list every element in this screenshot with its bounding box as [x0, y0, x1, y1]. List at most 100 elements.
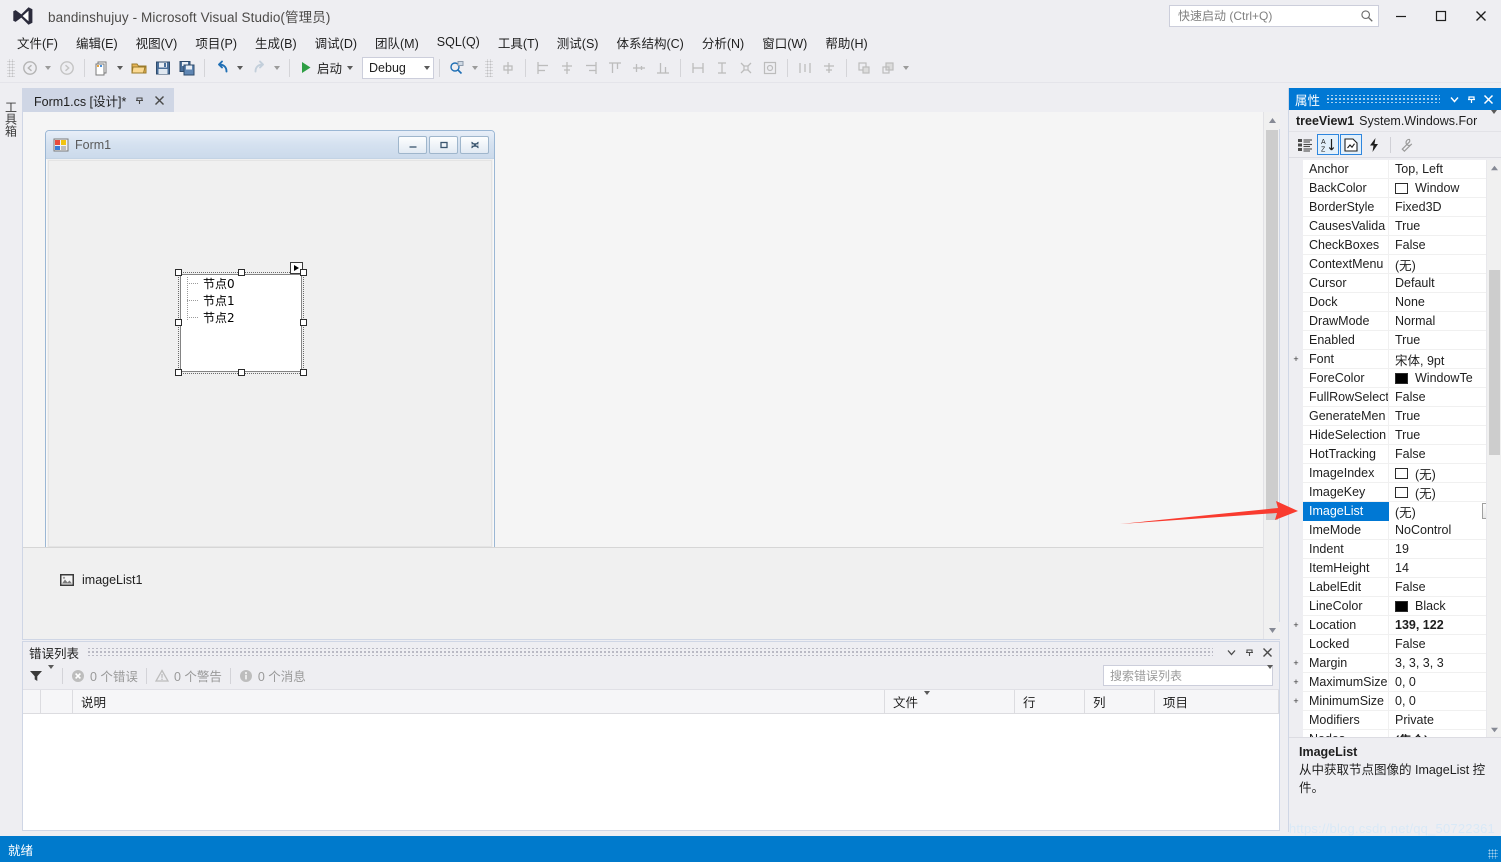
property-value[interactable]: (无) — [1389, 483, 1501, 502]
property-value[interactable]: Top, Left — [1389, 160, 1501, 179]
property-value[interactable]: (集合) — [1389, 730, 1501, 738]
chevron-down-icon[interactable] — [1446, 90, 1463, 108]
menu-item-tools[interactable]: 工具(T) — [489, 31, 548, 54]
layout-toolbar-overflow-icon[interactable] — [900, 57, 911, 79]
menu-item-edit[interactable]: 编辑(E) — [67, 31, 127, 54]
menu-item-file[interactable]: 文件(F) — [8, 31, 67, 54]
alphabetical-sort-icon[interactable]: A Z — [1317, 134, 1339, 155]
property-value[interactable]: 宋体, 9pt — [1389, 350, 1501, 369]
property-value[interactable]: 3, 3, 3, 3 — [1389, 654, 1501, 673]
property-row-hideselection[interactable]: HideSelection True — [1289, 425, 1501, 445]
property-value[interactable]: True — [1389, 426, 1501, 445]
menu-item-sql[interactable]: SQL(Q) — [428, 33, 489, 51]
property-value[interactable]: False — [1389, 388, 1501, 407]
scrollbar-thumb[interactable] — [1266, 130, 1278, 520]
property-row-anchor[interactable]: Anchor Top, Left — [1289, 160, 1501, 179]
property-row-itemheight[interactable]: ItemHeight 14 — [1289, 558, 1501, 578]
close-button[interactable] — [1461, 0, 1501, 31]
panel-drag-dots[interactable] — [87, 648, 1213, 656]
designer-canvas[interactable]: Form1 节点0 节点1 节点2 imageList1 — [23, 112, 1263, 639]
property-row-locked[interactable]: Locked False — [1289, 634, 1501, 654]
property-row-drawmode[interactable]: DrawMode Normal — [1289, 311, 1501, 331]
resize-grip[interactable] — [1488, 849, 1498, 859]
events-icon[interactable] — [1363, 134, 1385, 155]
horizontal-spacing-icon[interactable] — [794, 57, 816, 79]
property-row-modifiers[interactable]: Modifiers Private — [1289, 710, 1501, 730]
properties-object-selector[interactable]: treeView1 System.Windows.For — [1289, 109, 1501, 132]
find-in-files-icon[interactable] — [446, 57, 468, 79]
treeview-node[interactable]: 节点1 — [181, 292, 301, 309]
designer-vertical-scrollbar[interactable] — [1263, 112, 1280, 639]
start-dropdown-icon[interactable] — [347, 65, 354, 70]
property-row-checkboxes[interactable]: CheckBoxes False — [1289, 235, 1501, 255]
search-options-dropdown-icon[interactable] — [1267, 664, 1273, 683]
property-row-imagekey[interactable]: ImageKey (无) — [1289, 482, 1501, 502]
property-value[interactable]: False — [1389, 635, 1501, 654]
column-header-description[interactable]: 说明 — [73, 689, 885, 714]
align-middles-icon[interactable] — [628, 57, 650, 79]
redo-dropdown[interactable] — [271, 57, 282, 79]
toolbox-tab[interactable]: 工具箱 — [0, 88, 22, 150]
treeview-node[interactable]: 节点2 — [181, 309, 301, 326]
property-row-location[interactable]: + Location 139, 122 — [1289, 615, 1501, 635]
property-value[interactable]: 0, 0 — [1389, 673, 1501, 692]
properties-icon[interactable] — [1340, 134, 1362, 155]
design-form-window[interactable]: Form1 节点0 节点1 节点2 — [45, 130, 495, 550]
pin-icon[interactable] — [1241, 644, 1257, 660]
property-value[interactable]: (无) — [1389, 255, 1501, 274]
column-header-file[interactable]: 文件 — [885, 689, 1015, 714]
property-value[interactable]: Black — [1389, 597, 1501, 616]
column-header-selector[interactable] — [23, 689, 41, 714]
properties-grid[interactable]: Anchor Top, Left BackColor Window Border… — [1289, 160, 1501, 737]
property-value[interactable]: False — [1389, 578, 1501, 597]
close-icon[interactable] — [1480, 90, 1497, 108]
align-bottoms-icon[interactable] — [652, 57, 674, 79]
navigate-forward-icon[interactable] — [56, 57, 78, 79]
expand-toggle[interactable]: + — [1289, 615, 1303, 635]
property-row-generatemember[interactable]: GenerateMen True — [1289, 406, 1501, 426]
pin-icon[interactable] — [1463, 90, 1480, 108]
align-tops-icon[interactable] — [604, 57, 626, 79]
expand-toggle[interactable]: + — [1289, 349, 1303, 369]
minimize-button[interactable] — [1381, 0, 1421, 31]
property-row-imemode[interactable]: ImeMode NoControl — [1289, 520, 1501, 540]
property-row-indent[interactable]: Indent 19 — [1289, 539, 1501, 559]
property-row-contextmenustrip[interactable]: ContextMenu (无) — [1289, 254, 1501, 274]
expand-toggle[interactable]: + — [1289, 653, 1303, 673]
toolbar-overflow-icon[interactable] — [469, 57, 480, 79]
property-value[interactable]: True — [1389, 407, 1501, 426]
property-row-labeledit[interactable]: LabelEdit False — [1289, 577, 1501, 597]
pin-icon[interactable] — [132, 94, 146, 108]
size-to-grid-icon[interactable] — [735, 57, 757, 79]
form-minimize-button[interactable] — [398, 135, 427, 154]
tray-item-imagelist1[interactable]: imageList1 — [59, 572, 142, 588]
property-value[interactable]: 14 — [1389, 559, 1501, 578]
warning-count-toggle[interactable]: 0 个警告 — [154, 666, 222, 685]
property-value[interactable]: 0, 0 — [1389, 692, 1501, 711]
resize-handle-ne[interactable] — [300, 269, 307, 276]
property-value[interactable]: 139, 122 — [1389, 616, 1501, 635]
property-row-nodes[interactable]: Nodes (集合) — [1289, 729, 1501, 738]
align-lefts-icon[interactable] — [532, 57, 554, 79]
menu-item-view[interactable]: 视图(V) — [127, 31, 187, 54]
menu-item-team[interactable]: 团队(M) — [366, 31, 428, 54]
chevron-down-icon[interactable] — [1223, 644, 1239, 660]
scroll-up-icon[interactable] — [1487, 160, 1501, 175]
make-same-height-icon[interactable] — [711, 57, 733, 79]
expand-toggle[interactable]: + — [1289, 672, 1303, 692]
property-row-cursor[interactable]: Cursor Default — [1289, 273, 1501, 293]
treeview-node[interactable]: 节点0 — [181, 275, 301, 292]
column-header-line[interactable]: 行 — [1015, 689, 1085, 714]
design-form-client-area[interactable]: 节点0 节点1 节点2 — [48, 160, 492, 547]
new-item-dropdown[interactable] — [114, 57, 125, 79]
property-value[interactable]: Default — [1389, 274, 1501, 293]
menu-item-analyze[interactable]: 分析(N) — [693, 31, 753, 54]
property-row-imagelist[interactable]: ImageList (无) — [1289, 501, 1501, 521]
component-tray[interactable]: imageList1 — [23, 547, 1263, 639]
property-row-causesvalidation[interactable]: CausesValida True — [1289, 216, 1501, 236]
property-value[interactable]: 19 — [1389, 540, 1501, 559]
chevron-down-icon[interactable] — [1491, 109, 1497, 128]
save-icon[interactable] — [152, 57, 174, 79]
scroll-up-icon[interactable] — [1264, 112, 1280, 129]
resize-handle-nw[interactable] — [175, 269, 182, 276]
